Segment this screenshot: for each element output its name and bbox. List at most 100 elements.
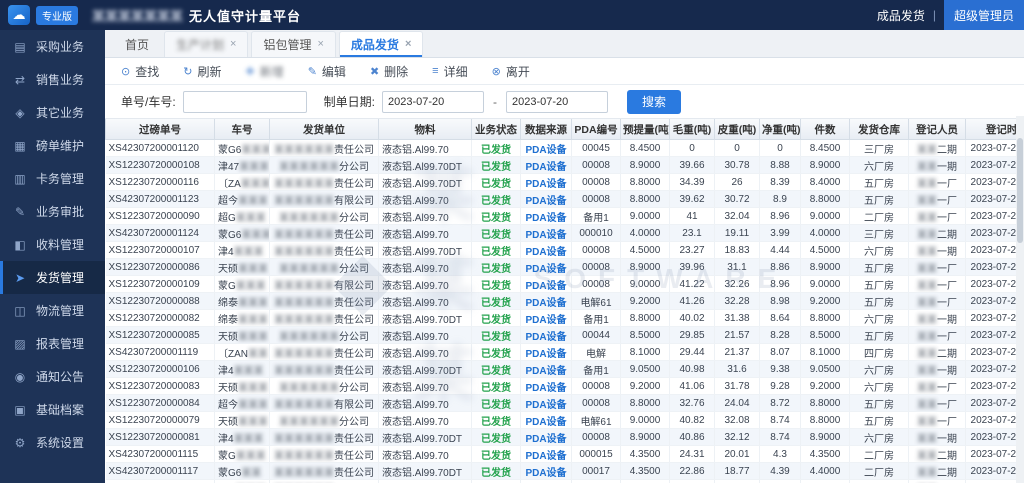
cell-pieces: 8.5000 xyxy=(801,327,850,344)
table-row[interactable]: XS12230720000084超今某某某某某某某某某有限公司液态铝.Al99.… xyxy=(106,395,1017,412)
tab-close-icon[interactable]: × xyxy=(230,39,236,50)
table-row[interactable]: XS42307200001119〔ZAN某某某某某某某某责任公司液态铝.Al99… xyxy=(106,344,1017,361)
col-header-pda-no[interactable]: PDA编号 xyxy=(572,119,621,140)
bill-no-input[interactable] xyxy=(183,91,307,113)
table-row[interactable]: XS12230720000085天硕某某某某某某某某某分公司液态铝.Al99.7… xyxy=(106,327,1017,344)
sidebar-item-logistics[interactable]: ◫物流管理 xyxy=(0,294,105,327)
col-header-status[interactable]: 业务状态 xyxy=(472,119,521,140)
tab-alu-pack[interactable]: 铝包管理× xyxy=(251,31,335,57)
cell-car-no: 绵泰某某某 xyxy=(215,293,270,310)
cell-gross: 22.86 xyxy=(670,463,715,480)
date-to-input[interactable] xyxy=(506,91,608,113)
date-from-input[interactable] xyxy=(382,91,484,113)
col-header-registrar[interactable]: 登记人员 xyxy=(909,119,966,140)
table-row[interactable]: XS12230720000086天硕某某某某某某某某某分公司液态铝.Al99.7… xyxy=(106,259,1017,276)
approval-icon: ✎ xyxy=(13,205,27,219)
cell-pieces: 8.8000 xyxy=(801,191,850,208)
tab-home[interactable]: 首页 xyxy=(113,31,161,57)
table-row[interactable]: XS12230720000081津4某某某某某某某某某责任公司液态铝.Al99.… xyxy=(106,429,1017,446)
sidebar-item-receiving[interactable]: ◧收料管理 xyxy=(0,228,105,261)
table-row[interactable]: XS12230720000109蒙G某某某某某某某某某有限公司液态铝.Al99.… xyxy=(106,276,1017,293)
source-badge: PDA设备 xyxy=(525,400,566,411)
col-header-reg-time[interactable]: 登记时间 ▾ xyxy=(966,119,1017,140)
sidebar-item-notice[interactable]: ◉通知公告 xyxy=(0,360,105,393)
cell-material: 液态铝.Al99.70DT xyxy=(379,429,472,446)
sidebar-item-other[interactable]: ◈其它业务 xyxy=(0,96,105,129)
table-row[interactable]: XS12230720000083天硕某某某某某某某某某分公司液态铝.Al99.7… xyxy=(106,378,1017,395)
add-button[interactable]: ✚新增 xyxy=(245,63,283,80)
table-row[interactable]: XS12230720000116〔ZA某某某某某某某某某责任公司液态铝.Al99… xyxy=(106,174,1017,191)
cell-reg-time: 2023-07-20 17:05 xyxy=(966,344,1017,361)
tab-plan[interactable]: 生产计划× xyxy=(164,31,248,57)
table-row[interactable]: XS12230720000082绵泰某某某某某某某某某责任公司液态铝.Al99.… xyxy=(106,310,1017,327)
sidebar-item-ticket[interactable]: ▦磅单维护 xyxy=(0,129,105,162)
source-badge: PDA设备 xyxy=(525,281,566,292)
col-header-planned[interactable]: 预提量(吨) xyxy=(621,119,670,140)
cell-tare: 32.26 xyxy=(715,276,760,293)
cell-status: 已发货 xyxy=(472,310,521,327)
leave-button[interactable]: ⊗离开 xyxy=(492,63,530,80)
cell-status: 已发货 xyxy=(472,327,521,344)
sidebar-item-sales[interactable]: ⇄销售业务 xyxy=(0,63,105,96)
cell-car-no: 天硕某某某 xyxy=(215,259,270,276)
table-row[interactable]: XS12230720000107津4某某某某某某某某某责任公司液态铝.Al99.… xyxy=(106,242,1017,259)
col-header-net[interactable]: 净重(吨) xyxy=(760,119,801,140)
sidebar-item-reports[interactable]: ▨报表管理 xyxy=(0,327,105,360)
source-badge: PDA设备 xyxy=(525,366,566,377)
tab-close-icon[interactable]: × xyxy=(317,39,323,50)
scrollbar-thumb[interactable] xyxy=(1017,138,1023,243)
cell-bill-no: XS42307200001124 xyxy=(106,225,215,242)
source-badge: PDA设备 xyxy=(525,213,566,224)
sidebar-item-card[interactable]: ▥卡务管理 xyxy=(0,162,105,195)
table-row[interactable]: XS42307200001117蒙G6某某某某某某某某责任公司液态铝.Al99.… xyxy=(106,463,1017,480)
col-header-source[interactable]: 数据来源 xyxy=(521,119,572,140)
sidebar-item-archives[interactable]: ▣基础档案 xyxy=(0,393,105,426)
sidebar-item-purchase[interactable]: ▤采购业务 xyxy=(0,30,105,63)
search-button[interactable]: 搜索 xyxy=(627,90,681,114)
cell-source: PDA设备 xyxy=(521,480,572,483)
col-header-consignee[interactable]: 发货单位 xyxy=(270,119,379,140)
detail-button[interactable]: ≡详细 xyxy=(432,63,467,80)
table-row[interactable]: XS12230720000106津4某某某某某某某某某责任公司液态铝.Al99.… xyxy=(106,361,1017,378)
table-row[interactable]: XS12230720000088绵泰某某某某某某某某某责任公司液态铝.Al99.… xyxy=(106,293,1017,310)
cell-gross: 41 xyxy=(670,208,715,225)
cell-pda-no: 00017 xyxy=(572,463,621,480)
table-row[interactable]: XS42307200001123超今某某某某某某某某某有限公司液态铝.Al99.… xyxy=(106,191,1017,208)
table-row[interactable]: XS12230720000108津47某某某某某某某某某分公司液态铝.Al99.… xyxy=(106,157,1017,174)
col-header-tare[interactable]: 皮重(吨) xyxy=(715,119,760,140)
source-badge: PDA设备 xyxy=(525,196,566,207)
sidebar-item-approval[interactable]: ✎业务审批 xyxy=(0,195,105,228)
cell-gross: 0 xyxy=(670,140,715,157)
cell-consignee: 某某某某某某责任公司 xyxy=(270,446,379,463)
table-row[interactable]: XS42307200001124蒙G6某某某某某某某某某责任公司液态铝.Al99… xyxy=(106,225,1017,242)
find-button[interactable]: ⊙查找 xyxy=(121,63,159,80)
col-header-car-no[interactable]: 车号 xyxy=(215,119,270,140)
col-header-warehouse[interactable]: 发货仓库 xyxy=(850,119,909,140)
table-row[interactable]: XS42307200001111蒙G某某某某某某某某某责任公司液态铝.Al99.… xyxy=(106,480,1017,483)
col-header-gross[interactable]: 毛重(吨) xyxy=(670,119,715,140)
cell-planned: 9.0000 xyxy=(621,412,670,429)
cell-tare: 19.11 xyxy=(715,225,760,242)
table-row[interactable]: XS12230720000090超G某某某某某某某某某分公司液态铝.Al99.7… xyxy=(106,208,1017,225)
cell-registrar: 某某一期 xyxy=(909,310,966,327)
tab-label: 成品发货 xyxy=(351,36,399,53)
table-row[interactable]: XS42307200001115蒙G某某某某某某某某某责任公司液态铝.Al99.… xyxy=(106,446,1017,463)
table-row[interactable]: XS12230720000079天硕某某某某某某某某某分公司液态铝.Al99.7… xyxy=(106,412,1017,429)
col-header-bill-no[interactable]: 过磅单号 xyxy=(106,119,215,140)
sidebar-item-settings[interactable]: ⚙系统设置 xyxy=(0,426,105,459)
delete-button[interactable]: ✖删除 xyxy=(370,63,408,80)
user-badge[interactable]: 超级管理员 xyxy=(944,0,1024,30)
col-header-pieces[interactable]: 件数 xyxy=(801,119,850,140)
source-badge: PDA设备 xyxy=(525,417,566,428)
cell-tare: 21.37 xyxy=(715,344,760,361)
table-row[interactable]: XS42307200001120蒙G6某某某某某某某某某责任公司液态铝.Al99… xyxy=(106,140,1017,157)
sidebar-item-shipping[interactable]: ➤发货管理 xyxy=(0,261,105,294)
col-header-material[interactable]: 物料 xyxy=(379,119,472,140)
edit-button[interactable]: ✎编辑 xyxy=(308,63,346,80)
cell-net: 9.28 xyxy=(760,378,801,395)
tab-shipment[interactable]: 成品发货 × xyxy=(339,31,423,57)
vertical-scrollbar[interactable] xyxy=(1016,116,1024,483)
cell-reg-time: 2023-07-20 17:25 xyxy=(966,208,1017,225)
tab-close-icon[interactable]: × xyxy=(405,39,411,50)
refresh-button[interactable]: ↻刷新 xyxy=(183,63,221,80)
